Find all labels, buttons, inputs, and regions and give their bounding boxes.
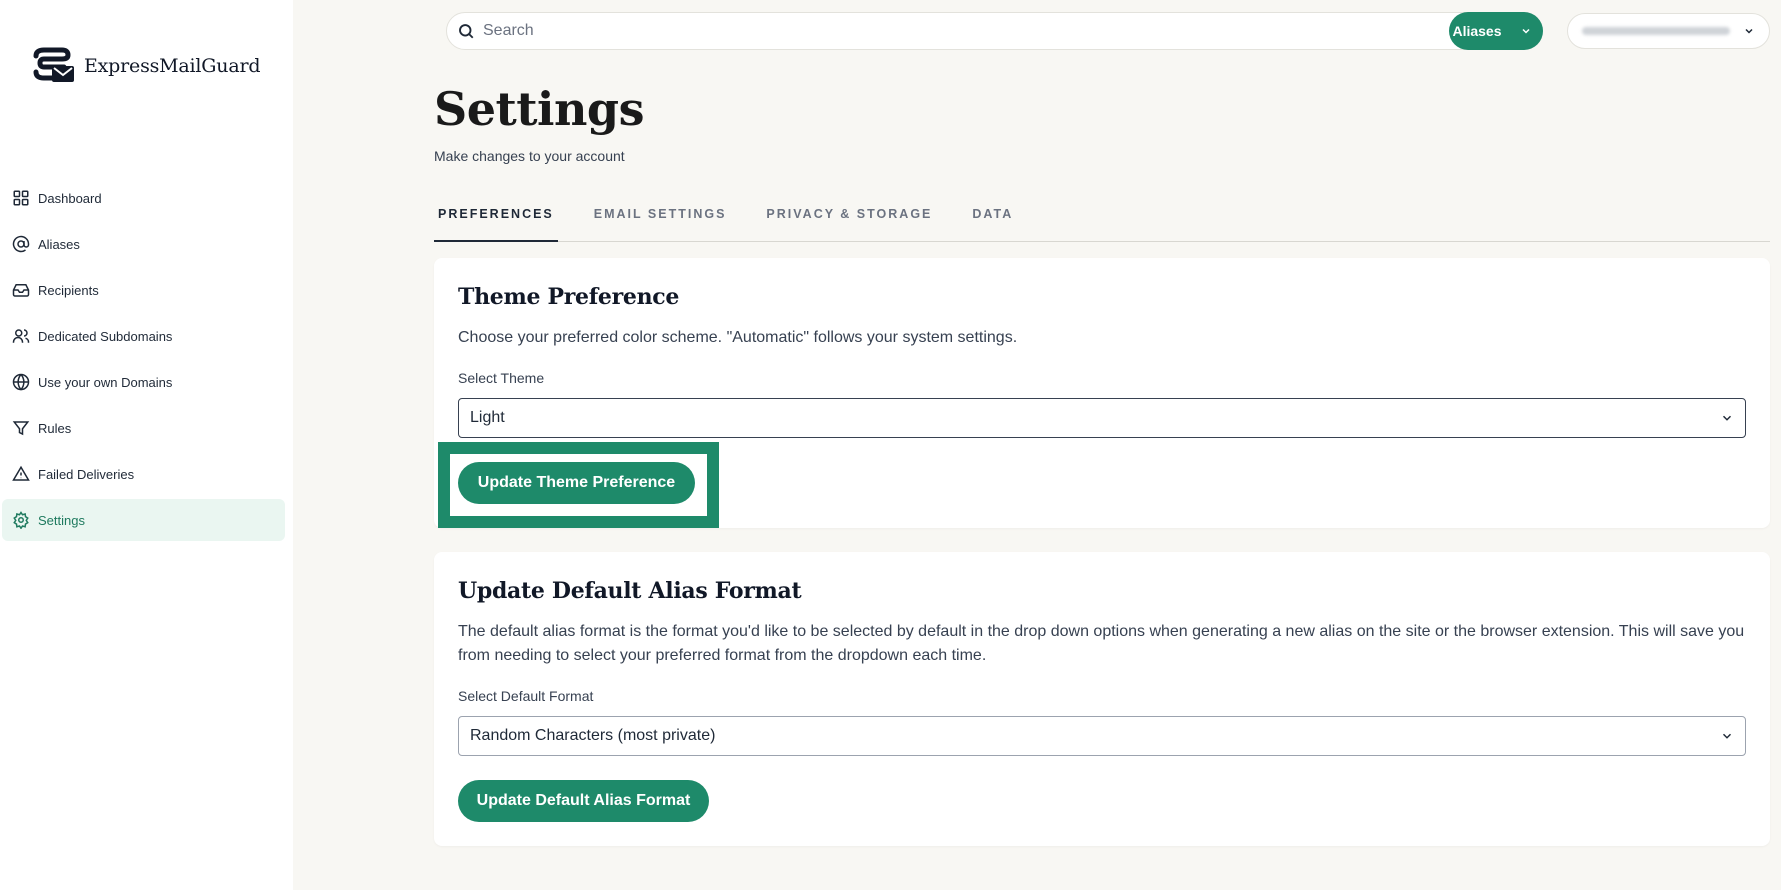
theme-select-value: Light <box>470 409 505 426</box>
theme-select[interactable]: Light <box>458 398 1746 438</box>
sidebar-item-failed-deliveries[interactable]: Failed Deliveries <box>2 453 285 495</box>
sidebar-item-label: Rules <box>38 420 72 436</box>
sidebar-item-label: Settings <box>38 512 85 528</box>
alias-format-title: Update Default Alias Format <box>458 578 802 604</box>
alias-format-card: Update Default Alias Format The default … <box>434 552 1770 846</box>
settings-tabs: PREFERENCES EMAIL SETTINGS PRIVACY & STO… <box>434 196 1770 242</box>
theme-preference-card: Theme Preference Choose your preferred c… <box>434 258 1770 528</box>
sidebar-item-rules[interactable]: Rules <box>2 407 285 449</box>
sidebar-item-label: Recipients <box>38 282 99 298</box>
filter-icon <box>12 421 30 436</box>
sidebar-item-recipients[interactable]: Recipients <box>2 269 285 311</box>
page-title: Settings <box>434 82 644 136</box>
sidebar-item-dashboard[interactable]: Dashboard <box>2 177 285 219</box>
brand-name: ExpressMailGuard <box>84 55 261 77</box>
search-icon <box>459 24 474 39</box>
grid-icon <box>13 190 29 206</box>
select-theme-label: Select Theme <box>458 370 545 386</box>
inbox-icon <box>12 284 30 297</box>
account-email-redacted <box>1582 27 1730 35</box>
update-alias-format-button[interactable]: Update Default Alias Format <box>458 780 709 822</box>
users-icon <box>12 329 30 343</box>
theme-preference-title: Theme Preference <box>458 284 680 310</box>
sidebar-item-aliases[interactable]: Aliases <box>2 223 285 265</box>
sidebar-item-label: Use your own Domains <box>38 374 173 390</box>
sidebar-item-label: Aliases <box>38 236 80 252</box>
sidebar-item-label: Dedicated Subdomains <box>38 328 173 344</box>
sidebar-item-label: Dashboard <box>38 190 102 206</box>
theme-preference-description: Choose your preferred color scheme. "Aut… <box>458 329 1018 346</box>
update-theme-button[interactable]: Update Theme Preference <box>458 462 695 504</box>
chevron-down-icon <box>1745 28 1753 34</box>
tab-data[interactable]: DATA <box>968 196 1017 242</box>
sidebar-item-dedicated-subdomains[interactable]: Dedicated Subdomains <box>2 315 285 357</box>
at-icon <box>12 235 30 253</box>
aliases-dropdown-label: Aliases <box>1452 23 1502 39</box>
chevron-down-icon <box>1722 733 1732 739</box>
tab-privacy-storage[interactable]: PRIVACY & STORAGE <box>762 196 936 242</box>
sidebar-item-label: Failed Deliveries <box>38 466 135 482</box>
alias-format-select-value: Random Characters (most private) <box>470 727 716 744</box>
search-bar: Aliases <box>446 12 1543 50</box>
sidebar-item-settings[interactable]: Settings <box>2 499 285 541</box>
sidebar-nav: Dashboard Aliases Recipients Dedicated S… <box>0 177 293 545</box>
logo-mark-icon <box>33 47 74 82</box>
select-default-format-label: Select Default Format <box>458 688 594 704</box>
search-input[interactable] <box>483 22 1542 40</box>
account-menu[interactable] <box>1567 13 1770 49</box>
page-subtitle: Make changes to your account <box>434 148 625 164</box>
gear-icon <box>13 511 29 529</box>
chevron-down-icon <box>1521 28 1530 34</box>
chevron-down-icon <box>1722 415 1732 421</box>
sidebar: ExpressMailGuard Dashboard Aliases Recip… <box>0 0 293 890</box>
aliases-dropdown-button[interactable]: Aliases <box>1449 12 1543 50</box>
sidebar-item-own-domains[interactable]: Use your own Domains <box>2 361 285 403</box>
tab-email-settings[interactable]: EMAIL SETTINGS <box>590 196 731 242</box>
tab-preferences[interactable]: PREFERENCES <box>434 196 558 242</box>
warning-icon <box>12 465 30 481</box>
alias-format-select[interactable]: Random Characters (most private) <box>458 716 1746 756</box>
globe-icon <box>12 373 30 391</box>
brand-logo[interactable]: ExpressMailGuard <box>32 46 261 86</box>
alias-format-description: The default alias format is the format y… <box>458 623 1745 664</box>
